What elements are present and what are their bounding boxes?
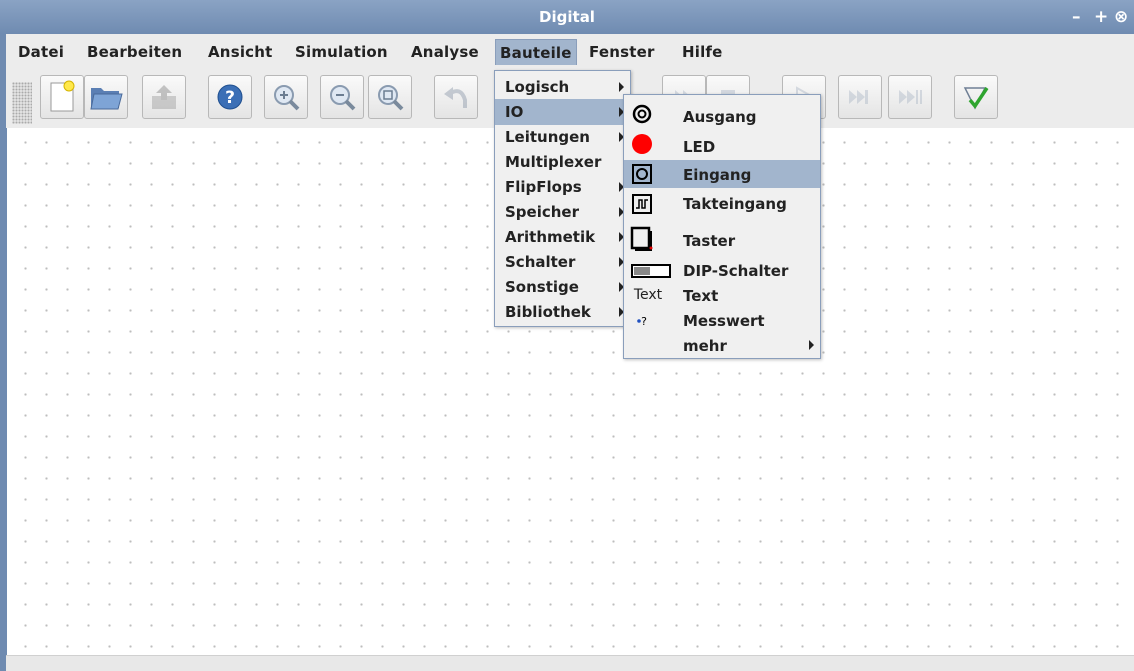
submenu-item-label: mehr <box>683 337 727 355</box>
step-fast-button[interactable] <box>838 75 882 119</box>
submenu-item-led[interactable]: LED <box>624 130 820 160</box>
new-file-icon <box>50 80 75 112</box>
submenu-item-label: DIP-Schalter <box>683 262 789 280</box>
svg-text:?: ? <box>225 88 235 108</box>
dip-switch-icon <box>630 260 672 282</box>
menu-item-label: Speicher <box>505 203 579 221</box>
menu-item-label: Sonstige <box>505 278 579 296</box>
step-fast-icon <box>849 90 868 104</box>
help-button[interactable]: ? <box>208 75 252 119</box>
submenu-item-label: LED <box>683 138 716 156</box>
undo-icon <box>444 87 467 108</box>
menu-item-arithmetik[interactable]: Arithmetik <box>495 224 630 250</box>
chevron-right-icon <box>619 82 624 92</box>
window-title: Digital <box>539 8 595 26</box>
save-icon <box>152 85 176 109</box>
zoom-out-icon <box>330 85 356 111</box>
input-box-icon <box>630 163 654 185</box>
menu-datei[interactable]: Datei <box>18 43 64 61</box>
menu-simulation[interactable]: Simulation <box>295 43 388 61</box>
menu-item-speicher[interactable]: Speicher <box>495 199 630 225</box>
menu-item-bibliothek[interactable]: Bibliothek <box>495 299 630 325</box>
submenu-item-label: Messwert <box>683 312 765 330</box>
open-button[interactable] <box>84 75 128 119</box>
submenu-item-messwert[interactable]: ? Messwert <box>624 307 820 333</box>
submenu-item-dip-schalter[interactable]: DIP-Schalter <box>624 257 820 283</box>
close-icon[interactable]: ⊗ <box>1114 7 1128 27</box>
zoom-fit-button[interactable] <box>368 75 412 119</box>
menu-ansicht[interactable]: Ansicht <box>208 43 273 61</box>
menu-bar: Datei Bearbeiten Ansicht Simulation Anal… <box>0 34 1134 66</box>
open-folder-icon <box>90 88 123 110</box>
run-to-break-button[interactable] <box>888 75 932 119</box>
io-submenu: Ausgang LED Eingang Takteingang Taster D… <box>623 94 821 359</box>
toolbar-grip[interactable] <box>12 82 32 124</box>
new-file-button[interactable] <box>40 75 84 119</box>
menu-analyse[interactable]: Analyse <box>411 43 479 61</box>
submenu-item-label: Eingang <box>683 166 752 184</box>
button-icon <box>630 226 654 252</box>
menu-item-label: IO <box>505 103 524 121</box>
analyse-check-button[interactable] <box>954 75 998 119</box>
menu-item-label: Leitungen <box>505 128 590 146</box>
menu-item-label: Logisch <box>505 78 570 96</box>
menu-item-label: Schalter <box>505 253 576 271</box>
zoom-fit-icon <box>378 85 404 111</box>
help-icon: ? <box>217 84 243 110</box>
maximize-icon[interactable]: + <box>1094 7 1108 27</box>
status-bar <box>6 655 1134 671</box>
undo-button[interactable] <box>434 75 478 119</box>
submenu-item-taster[interactable]: Taster <box>624 222 820 256</box>
submenu-item-ausgang[interactable]: Ausgang <box>624 100 820 130</box>
clock-input-icon <box>630 193 654 215</box>
submenu-item-eingang[interactable]: Eingang <box>624 160 820 188</box>
menu-item-multiplexer[interactable]: Multiplexer <box>495 149 630 175</box>
probe-icon: ? <box>630 310 654 332</box>
submenu-item-label: Ausgang <box>683 108 757 126</box>
menu-bauteile[interactable]: Bauteile <box>495 39 577 65</box>
analyse-check-icon <box>963 87 989 110</box>
bauteile-menu: Logisch IO Leitungen Multiplexer FlipFlo… <box>494 70 631 327</box>
zoom-out-button[interactable] <box>320 75 364 119</box>
menu-item-label: Multiplexer <box>505 153 602 171</box>
menu-hilfe[interactable]: Hilfe <box>682 43 723 61</box>
menu-item-io[interactable]: IO <box>495 99 630 125</box>
save-button[interactable] <box>142 75 186 119</box>
submenu-item-label: Takteingang <box>683 195 787 213</box>
menu-fenster[interactable]: Fenster <box>589 43 655 61</box>
menu-item-label: Arithmetik <box>505 228 596 246</box>
text-icon: Text <box>633 287 663 303</box>
zoom-in-button[interactable] <box>264 75 308 119</box>
menu-item-schalter[interactable]: Schalter <box>495 249 630 275</box>
zoom-in-icon <box>274 85 300 111</box>
menu-item-leitungen[interactable]: Leitungen <box>495 124 630 150</box>
submenu-item-mehr[interactable]: mehr <box>624 333 820 357</box>
menu-item-logisch[interactable]: Logisch <box>495 74 630 100</box>
output-ring-icon <box>630 103 654 125</box>
menu-item-label: FlipFlops <box>505 178 582 196</box>
menu-item-flipflops[interactable]: FlipFlops <box>495 174 630 200</box>
menu-bearbeiten[interactable]: Bearbeiten <box>87 43 182 61</box>
probe-icon-text: ? <box>641 314 647 328</box>
minimize-icon[interactable]: – <box>1072 7 1081 27</box>
menu-item-sonstige[interactable]: Sonstige <box>495 274 630 300</box>
led-icon <box>630 133 654 155</box>
chevron-right-icon <box>809 340 814 350</box>
run-to-break-icon <box>899 90 922 104</box>
submenu-item-text[interactable]: Text Text <box>624 281 820 307</box>
title-bar: Digital – + ⊗ <box>0 0 1134 34</box>
submenu-item-takteingang[interactable]: Takteingang <box>624 190 820 222</box>
submenu-item-label: Text <box>683 287 719 305</box>
menu-item-label: Bibliothek <box>505 303 591 321</box>
submenu-item-label: Taster <box>683 232 736 250</box>
